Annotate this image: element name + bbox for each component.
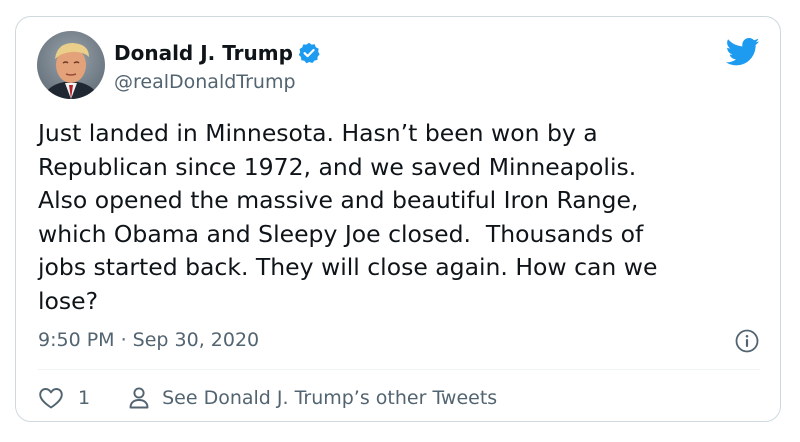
heart-icon[interactable] (38, 386, 64, 410)
twitter-bird-icon[interactable] (725, 37, 760, 67)
other-tweets-link[interactable]: See Donald J. Trump’s other Tweets (128, 385, 497, 411)
avatar-photo (37, 31, 105, 99)
info-icon[interactable] (735, 329, 759, 353)
tweet-card: Donald J. Trump @realDonaldTrump Just la… (15, 16, 781, 422)
author-display-name[interactable]: Donald J. Trump (114, 39, 293, 67)
verified-badge-icon (298, 42, 320, 64)
other-tweets-label[interactable]: See Donald J. Trump’s other Tweets (162, 385, 497, 411)
like-count[interactable]: 1 (78, 385, 90, 411)
author-handle[interactable]: @realDonaldTrump (114, 69, 296, 95)
person-icon (128, 386, 150, 410)
author-name-row[interactable]: Donald J. Trump (114, 39, 320, 67)
tweet-text: Just landed in Minnesota. Hasn’t been wo… (38, 119, 658, 315)
tweet-actions: 1 See Donald J. Trump’s other Tweets (38, 383, 497, 413)
divider (38, 369, 760, 370)
author-avatar[interactable] (37, 31, 105, 99)
like-button[interactable]: 1 (38, 385, 90, 411)
tweet-timestamp[interactable]: 9:50 PM · Sep 30, 2020 (38, 327, 259, 353)
